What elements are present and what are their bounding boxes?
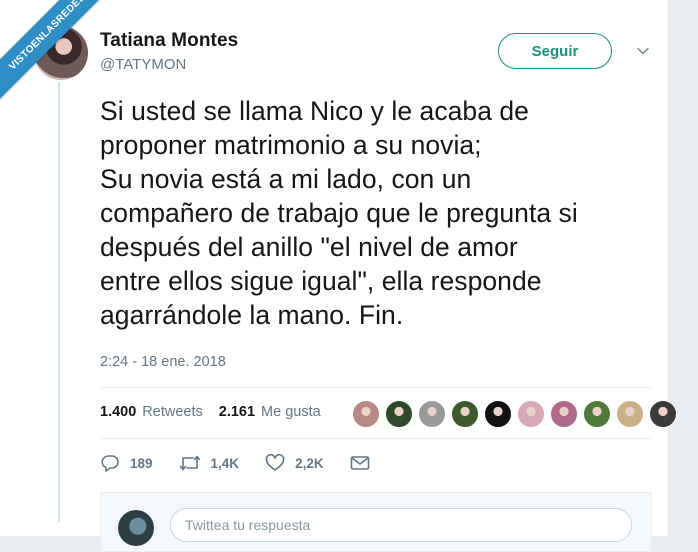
chevron-down-icon[interactable] <box>636 44 650 58</box>
liker-avatar[interactable] <box>385 400 413 428</box>
reply-icon <box>101 455 119 472</box>
liker-avatar[interactable] <box>517 400 545 428</box>
liker-avatar[interactable] <box>484 400 512 428</box>
reply-count: 189 <box>130 455 153 471</box>
reply-input[interactable]: Twittea tu respuesta <box>170 508 632 542</box>
liker-avatar[interactable] <box>352 400 380 428</box>
reply-button[interactable]: 189 <box>100 454 153 472</box>
liker-avatar[interactable] <box>649 400 677 428</box>
retweets-label[interactable]: Retweets <box>142 404 202 420</box>
author-name[interactable]: Tatiana Montes <box>100 30 238 52</box>
likes-count[interactable]: 2.161 <box>219 404 255 420</box>
tweet-line: Si usted se llama Nico y le acaba de <box>100 96 529 126</box>
liker-avatar[interactable] <box>550 400 578 428</box>
thread-line <box>58 82 60 522</box>
engagement-stats: 1.400 Retweets 2.161 Me gusta <box>100 404 331 420</box>
tweet-line: Su novia está a mi lado, con un <box>100 164 472 194</box>
liker-avatar[interactable] <box>418 400 446 428</box>
retweet-count: 1,4K <box>210 455 240 471</box>
tweet-line: entre ellos sigue igual", ella responde <box>100 266 542 296</box>
envelope-icon <box>350 456 369 470</box>
retweets-count[interactable]: 1.400 <box>100 404 136 420</box>
follow-button[interactable]: Seguir <box>498 33 612 69</box>
divider <box>100 387 652 388</box>
retweet-icon <box>179 455 200 471</box>
follow-button-label: Seguir <box>531 42 579 60</box>
liker-avatar[interactable] <box>451 400 479 428</box>
tweet-actions: 189 1,4K 2,2K <box>100 454 406 472</box>
tweet-text: Si usted se llama Nico y le acaba de pro… <box>100 94 660 332</box>
liker-avatars <box>352 400 677 428</box>
tweet-timestamp[interactable]: 2:24 - 18 ene. 2018 <box>100 354 226 370</box>
viewer-avatar <box>118 510 154 546</box>
heart-icon <box>265 454 285 471</box>
direct-message-button[interactable] <box>350 455 380 471</box>
liker-avatar[interactable] <box>583 400 611 428</box>
likes-label[interactable]: Me gusta <box>261 404 321 420</box>
tweet-card: Tatiana Montes @TATYMON Seguir Si usted … <box>0 0 677 552</box>
liker-avatar[interactable] <box>616 400 644 428</box>
divider <box>100 438 652 439</box>
like-button[interactable]: 2,2K <box>265 454 324 472</box>
tweet-line: después del anillo "el nivel de amor <box>100 232 518 262</box>
tweet-line: compañero de trabajo que le pregunta si <box>100 198 578 228</box>
like-count: 2,2K <box>295 455 324 471</box>
author-handle[interactable]: @TATYMON <box>100 56 186 73</box>
retweet-button[interactable]: 1,4K <box>179 454 240 472</box>
tweet-line: agarrándole la mano. Fin. <box>100 300 404 330</box>
tweet-line: proponer matrimonio a su novia; <box>100 130 482 160</box>
